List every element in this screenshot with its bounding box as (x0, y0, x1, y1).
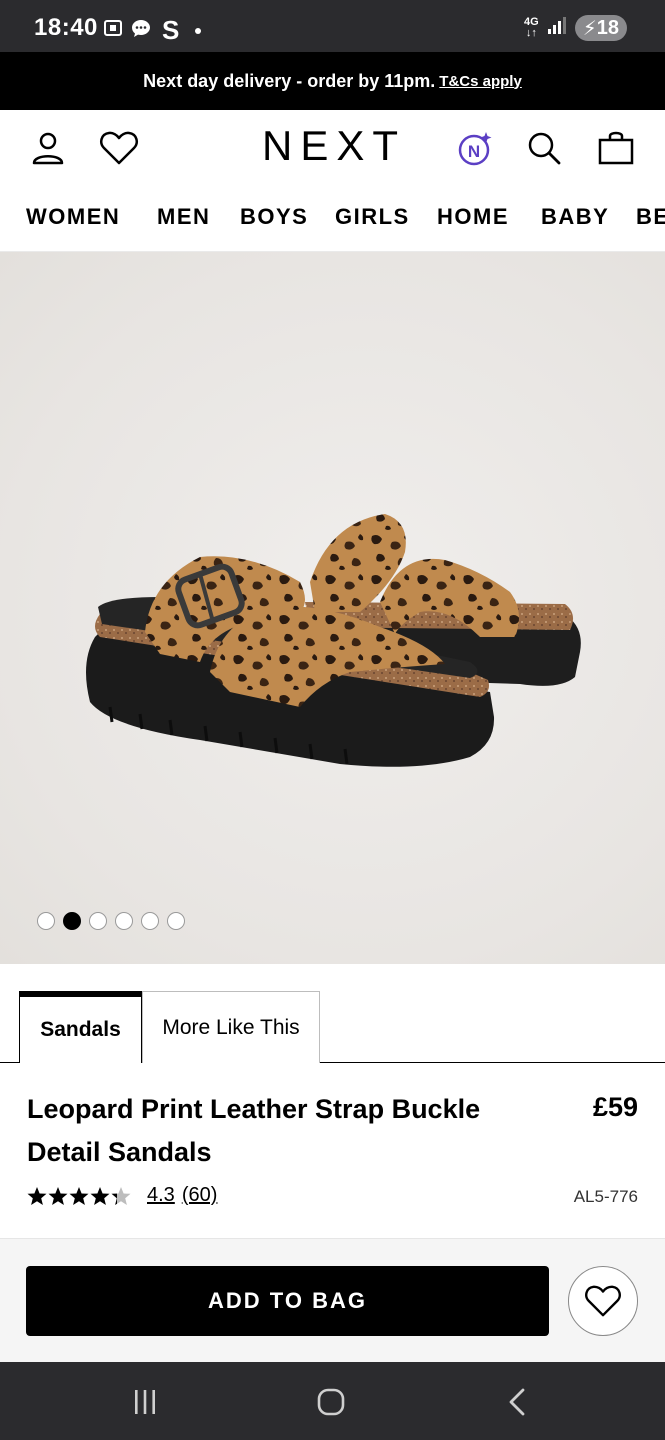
bag-icon[interactable] (594, 126, 638, 170)
product-image-carousel[interactable] (0, 252, 665, 964)
product-photo-sandals (86, 514, 581, 767)
add-to-wishlist-button[interactable] (568, 1266, 638, 1336)
delivery-promo-banner: Next day delivery - order by 11pm. T&Cs … (0, 52, 665, 110)
status-notification-icons: S (102, 15, 202, 46)
nav-item-beauty[interactable]: BE (636, 204, 665, 230)
nav-item-baby[interactable]: BABY (541, 204, 609, 230)
sticky-action-bar: ADD TO BAG (0, 1238, 665, 1362)
account-icon[interactable] (26, 126, 70, 170)
search-icon[interactable] (522, 126, 566, 170)
nav-item-women[interactable]: WOMEN (26, 204, 120, 230)
site-header: NEXT N (0, 110, 665, 186)
carousel-dot[interactable] (167, 912, 185, 930)
heart-icon (585, 1285, 621, 1317)
review-count[interactable]: (60) (182, 1184, 218, 1207)
nav-item-men[interactable]: MEN (157, 204, 210, 230)
recent-apps-icon[interactable] (125, 1382, 165, 1422)
carousel-dots (37, 912, 185, 930)
tab-more-like-this[interactable]: More Like This (142, 991, 320, 1063)
home-icon[interactable] (311, 1382, 351, 1422)
status-system-icons: 4G ↓↑ ⚡ 18 (524, 15, 627, 41)
wishlist-icon[interactable] (97, 126, 141, 170)
product-title: Leopard Print Leather Strap Buckle Detai… (27, 1094, 481, 1167)
product-rating[interactable]: 4.3 (60) (27, 1184, 217, 1207)
status-time: 18:40 (34, 14, 98, 41)
next-logo[interactable]: NEXT (262, 122, 406, 170)
carousel-dot[interactable] (141, 912, 159, 930)
carousel-dot[interactable] (37, 912, 55, 930)
carousel-dot[interactable] (115, 912, 133, 930)
product-sku: AL5-776 (573, 1187, 638, 1206)
carrier-icon: S (162, 15, 180, 45)
nav-item-girls[interactable]: GIRLS (335, 204, 410, 230)
back-icon[interactable] (497, 1382, 537, 1422)
product-tabs: Sandals More Like This (0, 964, 665, 1064)
svg-text:N: N (468, 142, 480, 161)
add-to-bag-button[interactable]: ADD TO BAG (26, 1266, 549, 1336)
nav-item-home[interactable]: HOME (437, 204, 509, 230)
signal-icon (547, 16, 567, 40)
category-nav: WOMEN MEN BOYS GIRLS HOME BABY BE (0, 186, 665, 252)
android-navigation-bar (0, 1362, 665, 1440)
network-type-icon: 4G ↓↑ (524, 16, 539, 39)
terms-link[interactable]: T&Cs apply (439, 73, 522, 90)
nav-item-boys[interactable]: BOYS (240, 204, 308, 230)
message-icon (130, 17, 152, 44)
battery-icon: ⚡ 18 (574, 15, 627, 41)
carousel-dot[interactable] (89, 912, 107, 930)
product-price: £59 (592, 1092, 638, 1122)
tab-sandals[interactable]: Sandals (19, 991, 142, 1063)
notification-dot-icon (195, 27, 202, 34)
rating-stars (27, 1185, 131, 1207)
carousel-dot-active[interactable] (63, 912, 81, 930)
status-bar: 18:40 S 4G ↓↑ ⚡ 18 (0, 0, 665, 52)
promo-text: Next day delivery - order by 11pm. (143, 70, 436, 91)
screenshot-icon (102, 17, 124, 44)
next-ai-icon[interactable]: N (453, 126, 497, 170)
star-rating-icon (27, 1186, 131, 1205)
rating-value[interactable]: 4.3 (147, 1184, 175, 1207)
